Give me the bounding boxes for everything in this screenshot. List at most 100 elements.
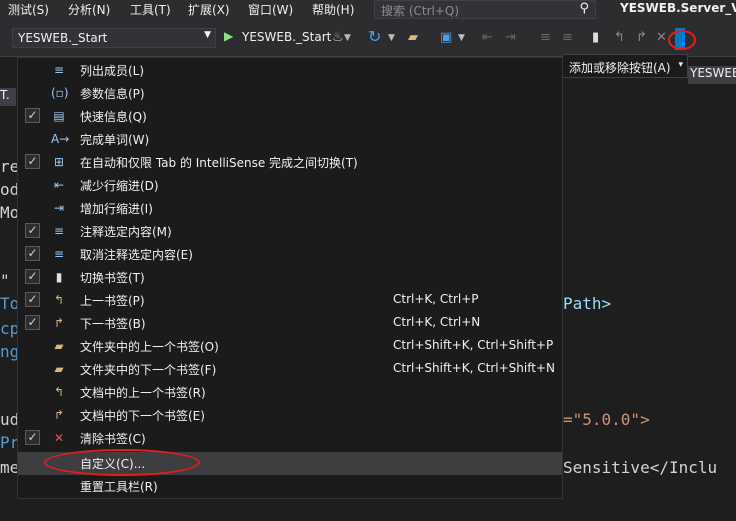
menu-item[interactable]: ✓ ▤ 快速信息(Q) <box>18 105 562 128</box>
menu-item[interactable]: ✓ ≡ 注释选定内容(M) <box>18 220 562 243</box>
menu-item-label: 文档中的下一个书签(E) <box>80 409 205 423</box>
refresh-icon[interactable]: ↻ <box>368 27 381 46</box>
toolbar: YESWEB._Start ▼ ▶ YESWEB._Start ♨ ▼ ↻ ▼ … <box>0 19 736 57</box>
menu-item-label: 注释选定内容(M) <box>80 225 172 239</box>
increase-indent-icon: ⇥ <box>53 201 65 215</box>
menu-item-label: 在自动和仅限 Tab 的 IntelliSense 完成之间切换(T) <box>80 156 358 170</box>
menu-item-label: 取消注释选定内容(E) <box>80 248 193 262</box>
checkmark-icon: ✓ <box>25 108 40 123</box>
menu-item[interactable]: ≡ 列出成员(L) <box>18 59 562 82</box>
annotation-circle <box>668 30 696 50</box>
menu-item[interactable]: ▰ 文件夹中的下一个书签(F) Ctrl+Shift+K, Ctrl+Shift+N <box>18 358 562 381</box>
chevron-down-icon: ▼ <box>204 30 211 40</box>
increase-indent-icon[interactable]: ⇥ <box>505 30 516 45</box>
menu-item-label: 重置工具栏(R) <box>80 480 158 494</box>
menu-item-label: 快速信息(Q) <box>80 110 147 124</box>
parameter-info-icon: (▫) <box>51 86 69 100</box>
comment-icon[interactable]: ≡ <box>540 30 551 45</box>
menu-analyze[interactable]: 分析(N) <box>68 1 110 18</box>
menu-item-label: 参数信息(P) <box>80 87 145 101</box>
solution-title: YESWEB.Server_V2_ <box>620 1 736 15</box>
run-button-label: YESWEB._Start <box>242 30 332 44</box>
code-fragment: " <box>0 271 10 290</box>
browser-icon[interactable]: ▣ <box>440 30 452 45</box>
code-fragment: re <box>0 157 17 176</box>
menu-item[interactable]: ✓ ⊞ 在自动和仅限 Tab 的 IntelliSense 完成之间切换(T) <box>18 151 562 174</box>
add-remove-buttons-menu[interactable]: 添加或移除按钮(A) ▾ <box>562 54 688 78</box>
menu-item[interactable]: ✓ ≡ 取消注释选定内容(E) <box>18 243 562 266</box>
menu-item-label: 文件夹中的上一个书签(O) <box>80 340 219 354</box>
comment-selection-icon: ≡ <box>53 224 65 238</box>
complete-word-icon: A→ <box>51 132 70 146</box>
checkmark-icon: ✓ <box>25 315 40 330</box>
customize-toolbar-dropdown: ≡ 列出成员(L) (▫) 参数信息(P) ✓ ▤ 快速信息(Q) A→ 完成单词(W) ✓ ⊞ 在自… <box>17 57 563 499</box>
menu-item[interactable]: (▫) 参数信息(P) <box>18 82 562 105</box>
search-icon[interactable]: ⚲ <box>579 1 589 16</box>
menu-item[interactable]: ↰ 文档中的上一个书签(R) <box>18 381 562 404</box>
toggle-bookmark-icon: ▮ <box>55 270 63 284</box>
checkmark-icon: ✓ <box>25 292 40 307</box>
previous-bookmark-icon[interactable]: ↰ <box>614 30 625 45</box>
menu-item[interactable]: A→ 完成单词(W) <box>18 128 562 151</box>
checkmark-icon: ✓ <box>25 154 40 169</box>
menu-help[interactable]: 帮助(H) <box>312 1 354 18</box>
code-fragment: cp <box>0 319 17 338</box>
menu-item[interactable]: ✓ ▮ 切换书签(T) <box>18 266 562 289</box>
uncomment-icon[interactable]: ≡ <box>562 30 573 45</box>
menu-item-label: 文件夹中的下一个书签(F) <box>80 363 217 377</box>
menu-item-shortcut: Ctrl+K, Ctrl+P <box>393 292 479 306</box>
menu-item-label: 列出成员(L) <box>80 64 145 78</box>
folder-icon[interactable]: ▰ <box>408 30 418 45</box>
play-icon: ▶ <box>224 29 234 43</box>
menu-window[interactable]: 窗口(W) <box>248 1 293 18</box>
previous-bookmark-icon: ↰ <box>53 293 65 307</box>
checkmark-icon: ✓ <box>25 430 40 445</box>
code-fragment: ng <box>0 342 17 361</box>
menu-item[interactable]: ⇥ 增加行缩进(I) <box>18 197 562 220</box>
menu-item[interactable]: ⇤ 减少行缩进(D) <box>18 174 562 197</box>
code-fragment: od <box>0 180 17 199</box>
menu-item[interactable]: 重置工具栏(R) <box>18 475 562 498</box>
menu-tools[interactable]: 工具(T) <box>130 1 171 18</box>
menu-item[interactable]: ✓ ↱ 下一书签(B) Ctrl+K, Ctrl+N <box>18 312 562 335</box>
menu-item-label: 上一书签(P) <box>80 294 145 308</box>
menu-item[interactable]: ▰ 文件夹中的上一个书签(O) Ctrl+Shift+K, Ctrl+Shift+P <box>18 335 562 358</box>
startup-project-combo[interactable]: YESWEB._Start ▼ <box>12 28 216 48</box>
previous-bookmark-in-folder-icon: ▰ <box>54 339 64 353</box>
hot-reload-icon[interactable]: ♨ <box>332 30 344 45</box>
menu-item-label: 下一书签(B) <box>80 317 146 331</box>
list-members-icon: ≡ <box>53 63 65 77</box>
bookmark-icon[interactable]: ▮ <box>592 30 599 45</box>
checkmark-icon: ✓ <box>25 269 40 284</box>
next-bookmark-icon[interactable]: ↱ <box>636 30 647 45</box>
clear-bookmarks-icon[interactable]: ✕ <box>656 30 667 45</box>
search-placeholder: 搜索 (Ctrl+Q) <box>381 4 460 18</box>
search-input[interactable]: 搜索 (Ctrl+Q) ⚲ <box>374 0 596 19</box>
decrease-indent-icon[interactable]: ⇤ <box>482 30 493 45</box>
menu-test[interactable]: 测试(S) <box>8 1 49 18</box>
menu-item-label: 文档中的上一个书签(R) <box>80 386 206 400</box>
chevron-down-icon[interactable]: ▼ <box>344 33 351 43</box>
uncomment-selection-icon: ≡ <box>53 247 65 261</box>
previous-bookmark-in-document-icon: ↰ <box>53 385 65 399</box>
decrease-indent-icon: ⇤ <box>53 178 65 192</box>
clear-bookmarks-icon: ✕ <box>53 431 65 445</box>
code-fragment: Path> <box>563 294 612 313</box>
intellisense-toggle-icon: ⊞ <box>53 155 65 169</box>
document-tab-right[interactable]: YESWEB.M <box>688 66 736 84</box>
next-bookmark-in-document-icon: ↱ <box>53 408 65 422</box>
menu-item[interactable]: ✓ ✕ 清除书签(C) <box>18 427 562 450</box>
menu-item[interactable]: ↱ 文档中的下一个书签(E) <box>18 404 562 427</box>
code-fragment: ="5.0.0"> <box>563 410 650 429</box>
checkmark-icon: ✓ <box>25 246 40 261</box>
code-fragment: Mo <box>0 203 17 222</box>
chevron-down-icon[interactable]: ▼ <box>458 33 465 43</box>
menu-extensions[interactable]: 扩展(X) <box>188 1 230 18</box>
chevron-down-icon[interactable]: ▼ <box>388 33 395 43</box>
menu-item[interactable]: ✓ ↰ 上一书签(P) Ctrl+K, Ctrl+P <box>18 289 562 312</box>
next-bookmark-icon: ↱ <box>53 316 65 330</box>
menu-item-shortcut: Ctrl+Shift+K, Ctrl+Shift+N <box>393 361 555 375</box>
document-tab-left[interactable]: T. <box>0 88 16 106</box>
menu-item-label: 切换书签(T) <box>80 271 145 285</box>
next-bookmark-in-folder-icon: ▰ <box>54 362 64 376</box>
